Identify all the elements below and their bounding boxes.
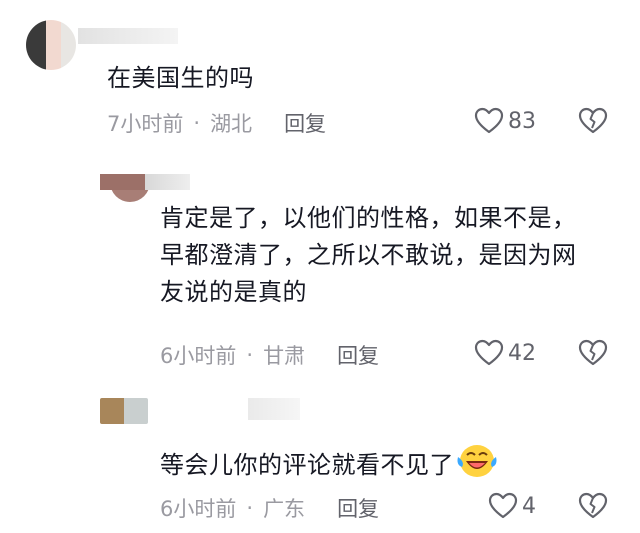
separator: · (246, 496, 254, 520)
comment-3: 等会儿你的评论就看不见了 6小时前 · 广东 回复 4 (0, 385, 640, 533)
comment-1: 在美国生的吗 7小时前 · 湖北 回复 83 (0, 0, 640, 150)
dislike-button[interactable] (578, 107, 608, 139)
laughing-crying-emoji (456, 443, 498, 490)
username-blurred[interactable] (100, 174, 190, 190)
comment-meta: 6小时前 · 广东 回复 (160, 493, 379, 523)
like-button[interactable]: 83 (474, 107, 536, 135)
location: 甘肃 (263, 344, 306, 368)
reply-button[interactable]: 回复 (337, 340, 379, 370)
comment-text: 等会儿你的评论就看不见了 (160, 443, 498, 490)
avatar[interactable] (26, 20, 76, 70)
comment-text-content: 等会儿你的评论就看不见了 (160, 451, 454, 479)
separator: · (193, 111, 201, 135)
separator: · (246, 343, 254, 367)
comment-text-line: 早都澄清了，之所以不敢说，是因为网 (160, 241, 577, 269)
reply-button[interactable]: 回复 (337, 493, 379, 523)
location: 湖北 (210, 112, 253, 136)
timestamp: 6小时前 (160, 497, 237, 521)
like-button[interactable]: 42 (474, 339, 536, 367)
comment-meta: 6小时前 · 甘肃 回复 (160, 340, 379, 370)
username-blurred[interactable] (78, 28, 178, 44)
heart-outline-icon (474, 339, 504, 366)
heart-outline-icon (488, 492, 518, 519)
reply-button[interactable]: 回复 (284, 108, 326, 138)
comment-meta: 7小时前 · 湖北 回复 (107, 108, 326, 138)
comment-2: 肯定是了，以他们的性格，如果不是， 早都澄清了，之所以不敢说，是因为网 友说的是… (0, 150, 640, 385)
comment-text: 在美国生的吗 (107, 64, 254, 92)
avatar[interactable] (100, 398, 148, 424)
like-count: 42 (508, 340, 536, 366)
broken-heart-icon (578, 339, 608, 366)
location: 广东 (263, 497, 306, 521)
dislike-button[interactable] (578, 339, 608, 371)
broken-heart-icon (578, 492, 608, 519)
broken-heart-icon (578, 107, 608, 134)
like-button[interactable]: 4 (488, 492, 536, 520)
timestamp: 7小时前 (107, 112, 184, 136)
heart-outline-icon (474, 107, 504, 134)
comment-text: 肯定是了，以他们的性格，如果不是， 早都澄清了，之所以不敢说，是因为网 友说的是… (160, 200, 577, 311)
comment-text-line: 肯定是了，以他们的性格，如果不是， (160, 204, 577, 232)
like-count: 83 (508, 108, 536, 134)
like-count: 4 (522, 493, 536, 519)
dislike-button[interactable] (578, 492, 608, 524)
username-blurred[interactable] (248, 398, 300, 420)
timestamp: 6小时前 (160, 344, 237, 368)
comment-text-line: 友说的是真的 (160, 278, 307, 306)
